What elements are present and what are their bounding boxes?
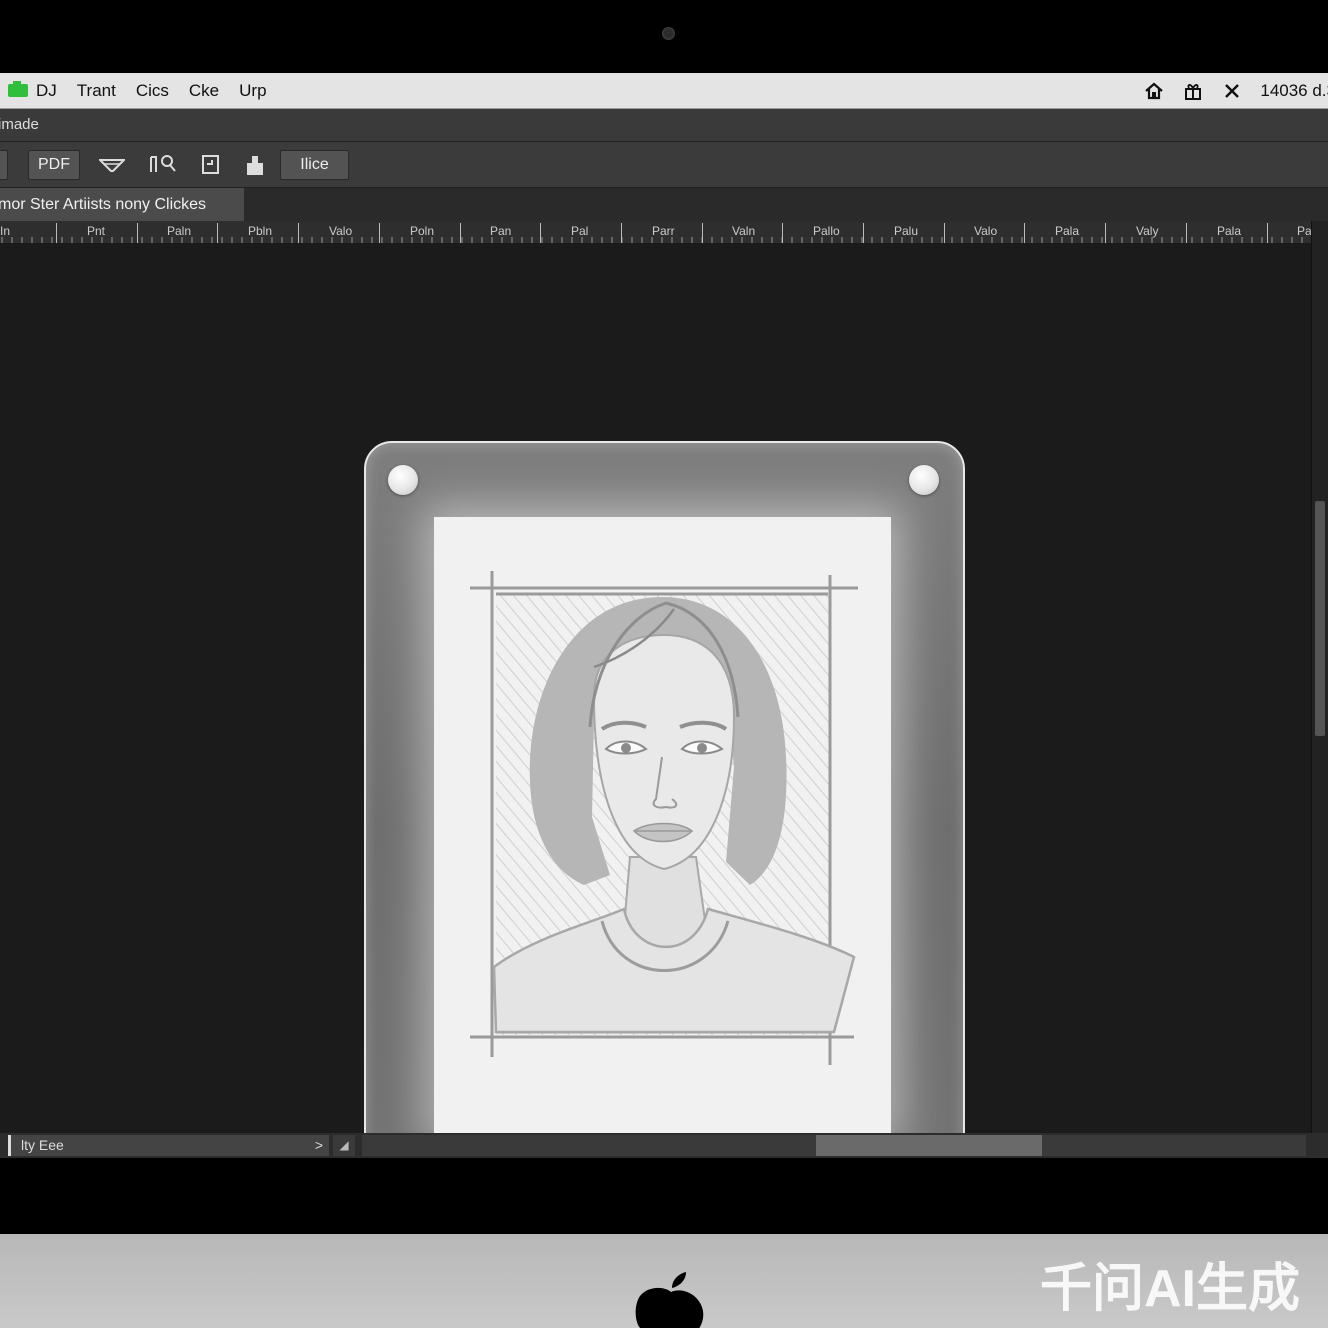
ruler-label: Poln <box>410 224 435 238</box>
toolbar: PDF Ilice <box>0 142 1328 188</box>
ruler-label: Valn <box>732 224 756 238</box>
funnel-icon[interactable] <box>97 152 127 178</box>
tab-bar: mor Ster Artiists nony Clickes <box>0 188 1328 221</box>
apple-logo-icon <box>635 1272 704 1328</box>
webcam-icon <box>662 27 675 40</box>
horizontal-scroll-thumb[interactable] <box>816 1135 1042 1156</box>
ruler-label: Pan <box>490 224 512 238</box>
horizontal-scrollbar[interactable] <box>362 1135 1306 1156</box>
chevron-right-icon[interactable]: > <box>315 1135 323 1156</box>
ruler-major-tick <box>1024 223 1025 243</box>
home-icon[interactable] <box>1143 80 1165 102</box>
ruler-label: Parr <box>652 224 675 238</box>
stamp-icon[interactable] <box>242 152 268 178</box>
ruler-major-tick <box>863 223 864 243</box>
ruler-major-tick <box>782 223 783 243</box>
pdf-button[interactable]: PDF <box>28 150 80 180</box>
status-bar: lty Eee > ◢ <box>0 1133 1328 1158</box>
document-canvas[interactable] <box>0 243 1312 1158</box>
ruler-major-tick <box>1105 223 1106 243</box>
portrait-sketch <box>470 571 858 1065</box>
gift-icon[interactable] <box>1182 80 1204 102</box>
ruler-major-tick <box>621 223 622 243</box>
find-icon[interactable] <box>148 152 178 178</box>
acrylic-frame <box>364 441 965 1158</box>
menu-item-trant[interactable]: Trant <box>77 81 116 101</box>
crop-frame-icon[interactable] <box>198 152 224 178</box>
close-icon[interactable] <box>1221 80 1243 102</box>
menu-bar-clock: 14036 d.3 <box>1260 80 1328 100</box>
ruler-label: Valo <box>974 224 998 238</box>
toolbar-text-button[interactable]: Ilice <box>280 150 349 180</box>
ruler-major-tick <box>137 223 138 243</box>
window-title: imade <box>0 116 39 133</box>
ruler-label: Pal <box>571 224 589 238</box>
monitor-bezel-bottom <box>0 1158 1328 1234</box>
ruler-major-tick <box>460 223 461 243</box>
watermark: 千问AI生成 <box>1039 1260 1300 1318</box>
ruler-major-tick <box>379 223 380 243</box>
menu-item-cke[interactable]: Cke <box>189 81 219 101</box>
ruler-label: Parr <box>1297 224 1312 238</box>
ruler-label: Pala <box>1055 224 1080 238</box>
tab-document[interactable]: mor Ster Artiists nony Clickes <box>0 188 244 221</box>
ruler-major-tick <box>1267 223 1268 243</box>
ruler-label: In <box>0 224 11 238</box>
menu-item-dj[interactable]: DJ <box>36 81 57 101</box>
ruler-label: Pbln <box>248 224 273 238</box>
ruler-major-tick <box>298 223 299 243</box>
horizontal-ruler: In Pnt Paln Pbln Valo Poln Pan Pal Parr Valn Pallo… <box>0 221 1312 244</box>
tab-label: mor Ster Artiists nony Clickes <box>0 196 207 213</box>
monitor-chin: 千问AI生成 <box>0 1234 1328 1328</box>
ruler-label: Valy <box>1136 224 1159 238</box>
ruler-label: Palu <box>894 224 919 238</box>
triangle-icon[interactable]: ◢ <box>333 1135 355 1156</box>
ruler-major-tick <box>944 223 945 243</box>
menu-item-cics[interactable]: Cics <box>136 81 169 101</box>
ruler-major-tick <box>56 223 57 243</box>
monitor-bezel-top <box>0 0 1328 73</box>
ruler-label: Paln <box>167 224 192 238</box>
ruler-label: Valo <box>329 224 353 238</box>
ruler-label: Pallo <box>813 224 840 238</box>
menu-bar-status-area: 14036 d.3 <box>1143 73 1328 108</box>
artwork-paper <box>434 517 891 1136</box>
ruler-label: Pala <box>1217 224 1242 238</box>
ruler-major-tick <box>217 223 218 243</box>
vertical-scrollbar[interactable] <box>1311 221 1328 1133</box>
ruler-label: Pnt <box>87 224 106 238</box>
ruler-major-tick <box>1186 223 1187 243</box>
menu-bar: DJ Trant Cics Cke Urp 14036 d.3 <box>0 73 1328 109</box>
ruler-major-tick <box>540 223 541 243</box>
window-title-bar: imade <box>0 109 1328 142</box>
ruler-major-tick <box>702 223 703 243</box>
toolbar-partial-button[interactable] <box>0 150 8 180</box>
status-field[interactable]: lty Eee > <box>8 1135 329 1156</box>
status-field-text: lty Eee <box>21 1137 64 1153</box>
vertical-scroll-thumb[interactable] <box>1315 501 1325 736</box>
screen: DJ Trant Cics Cke Urp 14036 d.3 imade PD… <box>0 73 1328 1158</box>
app-menu-icon[interactable] <box>8 81 28 97</box>
standoff-top-left <box>388 465 418 495</box>
menu-item-urp[interactable]: Urp <box>239 81 266 101</box>
standoff-top-right <box>909 465 939 495</box>
